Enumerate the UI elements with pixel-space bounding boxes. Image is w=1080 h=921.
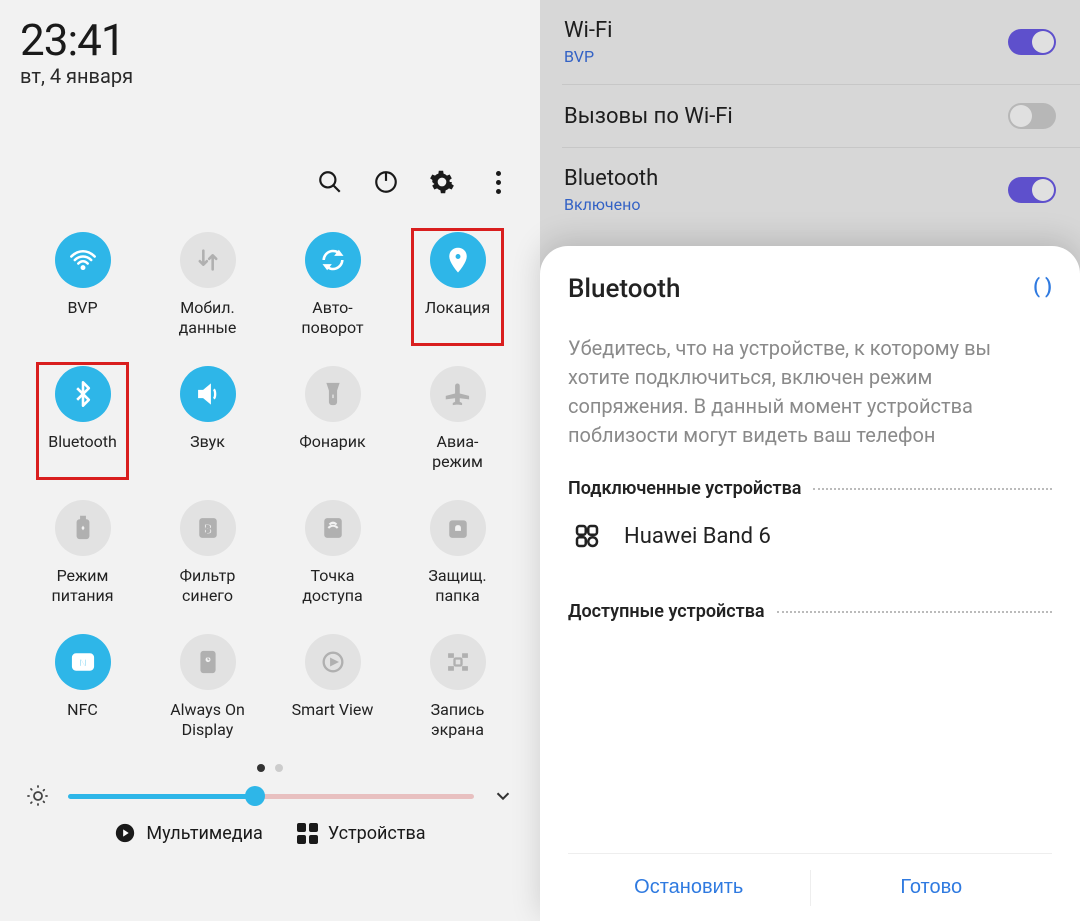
device-row[interactable]: Huawei Band 6 [568,499,1052,573]
qs-top-icons [20,168,512,196]
tile-label: Фильтрсинего [180,566,236,606]
tile-aod[interactable]: Always OnDisplay [145,628,270,752]
tile-secure-folder[interactable]: Защищ.папка [395,494,520,618]
torch-icon[interactable] [305,366,361,422]
devices-icon [297,823,318,844]
rotate-icon[interactable] [305,232,361,288]
wearable-icon [572,521,602,551]
tile-wifi[interactable]: BVP [20,226,145,350]
devices-label: Устройства [328,823,426,844]
tile-smart-view[interactable]: Smart View [270,628,395,752]
setting-row-bluetooth[interactable]: Bluetooth Включено [540,148,1080,231]
tile-label: Smart View [292,700,374,720]
setting-title: Wi-Fi [564,18,612,43]
tile-nfc[interactable]: NFC [20,628,145,752]
tile-location[interactable]: Локация [395,226,520,350]
more-icon[interactable] [484,168,512,196]
power-icon[interactable] [372,168,400,196]
tile-power-mode[interactable]: Режимпитания [20,494,145,618]
stop-button[interactable]: Остановить [568,854,810,921]
settings-panel: Wi-Fi BVP Вызовы по Wi-Fi Bluetooth Вклю… [540,0,1080,921]
tile-bluetooth[interactable]: Bluetooth [20,360,145,484]
bluelight-icon[interactable] [180,500,236,556]
tile-label: Звук [190,432,225,452]
clock-time: 23:41 [20,14,520,66]
wifi-toggle[interactable] [1008,29,1056,55]
record-icon[interactable] [430,634,486,690]
sound-icon[interactable] [180,366,236,422]
bluetooth-toggle[interactable] [1008,177,1056,203]
tile-label: Авиа-режим [432,432,483,472]
setting-row-wifi[interactable]: Wi-Fi BVP [540,0,1080,84]
tile-auto-rotate[interactable]: Авто-поворот [270,226,395,350]
wifi-calling-toggle[interactable] [1008,103,1056,129]
aod-icon[interactable] [180,634,236,690]
brightness-slider-row [20,784,520,808]
device-name: Huawei Band 6 [624,524,771,549]
tile-label: Always OnDisplay [170,700,245,740]
brightness-thumb[interactable] [245,786,265,806]
search-icon[interactable] [316,168,344,196]
qs-bottom-controls: Мультимедиа Устройства [20,822,520,844]
nfc-icon[interactable] [55,634,111,690]
tile-label: BVP [67,298,97,318]
tile-flashlight[interactable]: Фонарик [270,360,395,484]
tile-airplane[interactable]: Авиа-режим [395,360,520,484]
setting-sub: BVP [564,47,612,66]
sheet-footer: Остановить Готово [568,853,1052,921]
scan-spinner-icon: ( ) [1033,274,1052,298]
tile-label: Фонарик [299,432,365,452]
tile-hotspot[interactable]: Точкадоступа [270,494,395,618]
tile-label: Точкадоступа [302,566,362,606]
setting-title: Bluetooth [564,166,658,191]
location-icon[interactable] [430,232,486,288]
sheet-description: Убедитесь, что на устройстве, к которому… [568,334,1052,450]
setting-row-wifi-calling[interactable]: Вызовы по Wi-Fi [540,85,1080,147]
tile-label: Авто-поворот [301,298,363,338]
plane-icon[interactable] [430,366,486,422]
gear-icon[interactable] [428,168,456,196]
tile-label: Режимпитания [52,566,114,606]
tile-label: Защищ.папка [428,566,486,606]
setting-sub: Включено [564,195,658,213]
multimedia-label: Мультимедиа [146,823,262,844]
tile-screen-record[interactable]: Записьэкрана [395,628,520,752]
smartview-icon[interactable] [305,634,361,690]
brightness-slider[interactable] [68,794,474,799]
multimedia-button[interactable]: Мультимедиа [114,822,262,844]
qs-tiles: BVP Мобил.данные Авто-поворот Локация Blueto… [20,226,520,752]
tile-blue-light[interactable]: Фильтрсинего [145,494,270,618]
wifi-icon[interactable] [55,232,111,288]
sheet-title: Bluetooth [568,274,680,304]
tile-label: Bluetooth [48,432,117,452]
tile-label: Записьэкрана [431,700,485,740]
available-devices-header: Доступные устройства [568,601,1052,622]
connected-devices-header: Подключенные устройства [568,478,1052,499]
page-indicator [20,764,520,772]
hotspot-icon[interactable] [305,500,361,556]
bluetooth-icon[interactable] [55,366,111,422]
tile-mobile-data[interactable]: Мобил.данные [145,226,270,350]
bluetooth-sheet: Bluetooth ( ) Убедитесь, что на устройст… [540,246,1080,921]
tile-label: Локация [425,298,490,318]
clock-row: 23:41 вт, 4 января [20,14,520,88]
chevron-down-icon[interactable] [492,785,514,807]
devices-button[interactable]: Устройства [297,822,426,844]
battery-icon[interactable] [55,500,111,556]
data-icon[interactable] [180,232,236,288]
clock-date: вт, 4 января [20,64,520,88]
tile-sound[interactable]: Звук [145,360,270,484]
tile-label: Мобил.данные [179,298,237,338]
brightness-icon [26,784,50,808]
done-button[interactable]: Готово [811,854,1053,921]
tile-label: NFC [67,700,98,720]
quick-settings-panel: 23:41 вт, 4 января BVP Мобил.данные Авто-п… [0,0,540,921]
setting-title: Вызовы по Wi-Fi [564,104,733,129]
secure-icon[interactable] [430,500,486,556]
